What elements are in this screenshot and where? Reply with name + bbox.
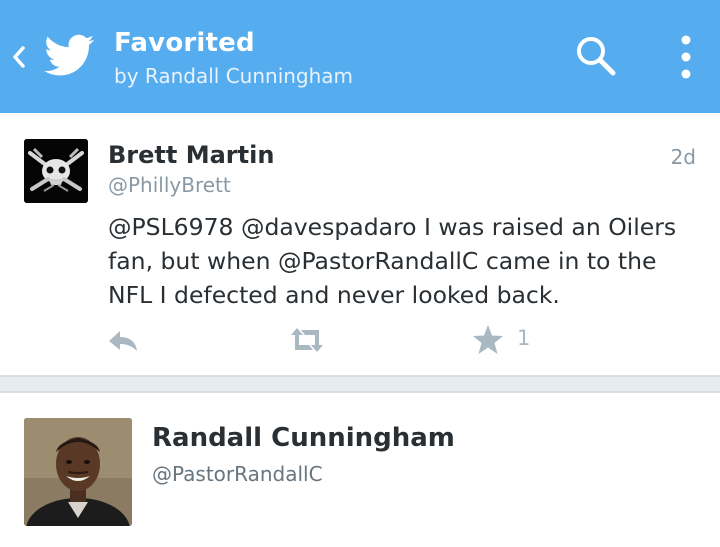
overflow-menu-icon[interactable] bbox=[672, 34, 700, 80]
reply-icon[interactable] bbox=[106, 323, 140, 357]
action-bar: Favorited by Randall Cunningham bbox=[0, 0, 720, 113]
search-icon[interactable] bbox=[574, 34, 618, 78]
page-title: Favorited bbox=[114, 28, 255, 58]
user-card[interactable]: Randall Cunningham @PastorRandallC bbox=[0, 393, 720, 547]
user-name[interactable]: Randall Cunningham bbox=[152, 423, 455, 453]
tweet-author-name[interactable]: Brett Martin bbox=[108, 141, 274, 169]
tweet-timestamp: 2d bbox=[670, 145, 696, 169]
twitter-bird-icon[interactable] bbox=[44, 30, 96, 80]
tweet-text: @PSL6978 @davespadaro I was raised an Oi… bbox=[108, 213, 677, 309]
avatar[interactable] bbox=[24, 139, 88, 203]
back-icon[interactable] bbox=[6, 38, 32, 76]
tweet-row[interactable]: Brett Martin @PhillyBrett 2d @PSL6978 @d… bbox=[0, 113, 720, 375]
profile-photo bbox=[24, 418, 132, 526]
favorite-icon[interactable] bbox=[472, 323, 504, 357]
list-divider bbox=[0, 375, 720, 393]
page-subtitle: by Randall Cunningham bbox=[114, 64, 354, 88]
retweet-icon[interactable] bbox=[287, 323, 327, 357]
avatar[interactable] bbox=[24, 418, 132, 526]
user-handle[interactable]: @PastorRandallC bbox=[152, 462, 323, 486]
favorite-count: 1 bbox=[517, 326, 531, 350]
tweet-author-handle[interactable]: @PhillyBrett bbox=[108, 173, 231, 197]
skull-logo-icon bbox=[24, 139, 88, 203]
